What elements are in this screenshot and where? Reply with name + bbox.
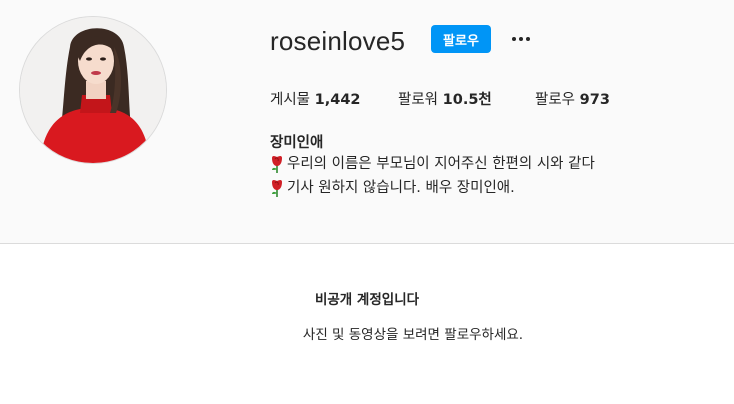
profile-username: roseinlove5 [270, 26, 406, 56]
profile-avatar[interactable] [19, 16, 167, 164]
stat-following[interactable]: 팔로우 973 [535, 88, 610, 109]
private-account-title: 비공개 계정입니다 [314, 292, 420, 308]
profile-full-name: 장미인애 [270, 135, 324, 151]
stat-followers[interactable]: 팔로워 10.5천 [398, 88, 492, 109]
stat-posts: 게시물 1,442 [270, 88, 361, 109]
bio-line-text: 기사 원하지 않습니다. 배우 장미인애. [287, 180, 515, 196]
profile-header: roseinlove5 팔로우 게시물 1,442 팔로워 10.5천 팔로우 … [0, 0, 734, 243]
stat-followers-value: 10.5천 [442, 92, 492, 108]
rose-icon [272, 156, 282, 173]
follow-button[interactable]: 팔로우 [431, 25, 491, 53]
stat-posts-value: 1,442 [314, 92, 361, 108]
private-account-description: 사진 및 동영상을 보려면 팔로우하세요. [302, 327, 524, 343]
profile-bio: 우리의 이름은 부모님이 지어주신 한편의 시와 같다 기사 원하지 않습니다.… [270, 152, 595, 200]
rose-icon [272, 180, 282, 197]
bio-line-text: 우리의 이름은 부모님이 지어주신 한편의 시와 같다 [287, 156, 595, 172]
bio-line: 기사 원하지 않습니다. 배우 장미인애. [270, 176, 595, 200]
more-options-button[interactable] [505, 25, 537, 53]
more-dots-icon [512, 37, 516, 41]
stat-following-value: 973 [579, 92, 610, 108]
bio-line: 우리의 이름은 부모님이 지어주신 한편의 시와 같다 [270, 152, 595, 176]
stat-following-label: 팔로우 [535, 92, 576, 108]
avatar-photo [20, 17, 166, 163]
stat-posts-label: 게시물 [270, 92, 311, 108]
stat-followers-label: 팔로워 [398, 92, 439, 108]
